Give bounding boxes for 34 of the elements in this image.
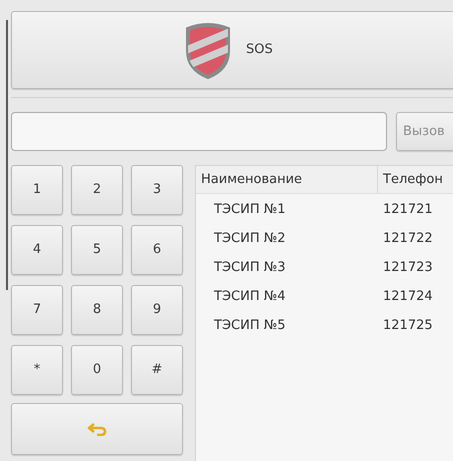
keypad-key[interactable]: 7	[11, 285, 63, 335]
keypad-key[interactable]: 5	[71, 225, 123, 275]
keypad-key[interactable]: 1	[11, 165, 63, 215]
table-row[interactable]: ТЭСИП №4 121724	[196, 282, 453, 311]
table-cell-text: ТЭСИП №2	[213, 230, 287, 248]
keypad-key[interactable]: 4	[11, 225, 63, 275]
keypad-key[interactable]: 2	[71, 165, 123, 215]
return-arrow-icon	[87, 422, 107, 436]
table-cell-text: 121723	[382, 258, 433, 277]
table-row[interactable]: ТЭСИП №3 121723	[196, 253, 453, 282]
table-cell-text: 121722	[382, 230, 433, 248]
keypad-key[interactable]: 3	[131, 165, 183, 215]
table-cell-text: 121725	[382, 316, 433, 335]
column-header[interactable]: Телефон	[378, 170, 443, 190]
keypad-key[interactable]: 8	[71, 285, 123, 335]
table-cell-text: ТЭСИП №3	[213, 258, 287, 277]
number-field[interactable]	[11, 112, 387, 151]
table-cell-text: 121724	[382, 288, 433, 306]
keypad-key[interactable]: #	[131, 345, 183, 395]
keypad-key[interactable]: *	[11, 345, 63, 395]
shield-icon	[184, 21, 232, 79]
backspace-button[interactable]	[11, 403, 183, 455]
table-row[interactable]: ТЭСИП №1 121721	[196, 195, 453, 224]
sos-button[interactable]: SOS	[11, 11, 453, 89]
keypad-key[interactable]: 6	[131, 225, 183, 275]
column-header[interactable]: Наименование	[196, 166, 378, 193]
table-row[interactable]: ТЭСИП №2 121722	[196, 224, 453, 253]
table-cell-text: ТЭСИП №1	[213, 200, 287, 219]
table-row[interactable]: ТЭСИП №5 121725	[196, 311, 453, 340]
keypad-key[interactable]: 0	[71, 345, 123, 395]
table-cell-text: ТЭСИП №4	[213, 288, 287, 306]
keypad-key[interactable]: 9	[131, 285, 183, 335]
table-cell-text: ТЭСИП №5	[213, 316, 287, 335]
table-cell-text: 121721	[382, 200, 433, 219]
